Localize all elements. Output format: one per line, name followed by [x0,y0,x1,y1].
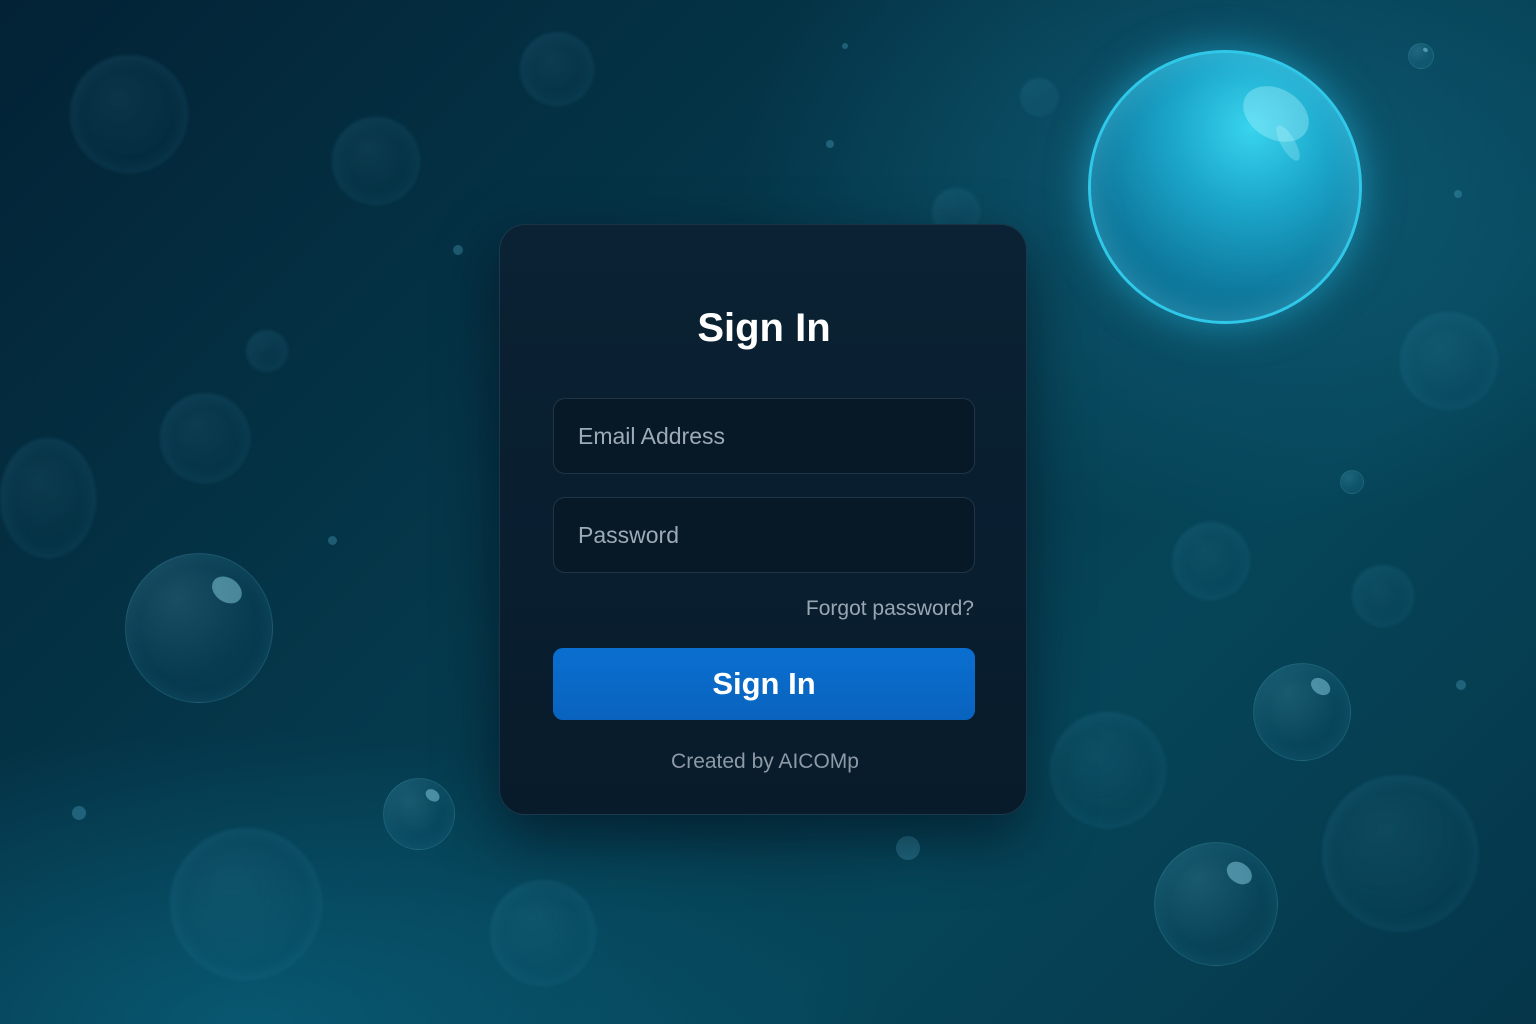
credit-text: Created by AICOMp [671,750,859,773]
bubble [826,140,834,148]
bubble [1020,78,1058,116]
bubble [1454,190,1462,198]
page-title: Sign In [697,306,831,350]
glowing-orb [1088,50,1362,324]
bubble [1253,663,1351,761]
bubble [70,55,188,173]
bubble [842,43,848,49]
bubble [490,880,596,986]
bubble [1322,775,1478,931]
bubble [1172,522,1250,600]
bubble [520,32,594,106]
sign-in-button[interactable]: Sign In [553,648,975,720]
bubble [0,438,96,558]
password-field[interactable] [553,497,975,573]
bubble [170,828,322,980]
bubble [72,806,86,820]
bubble [1408,43,1434,69]
bubble [1352,565,1414,627]
bubble [332,117,420,205]
bubble [383,778,455,850]
bubble [1456,680,1466,690]
forgot-password-link[interactable]: Forgot password? [806,596,974,622]
bubble [1154,842,1278,966]
bubble [160,393,250,483]
bubble [328,536,337,545]
bubble [1340,470,1364,494]
email-field[interactable] [553,398,975,474]
bubble [896,836,920,860]
bubble [453,245,463,255]
bubble [125,553,273,703]
